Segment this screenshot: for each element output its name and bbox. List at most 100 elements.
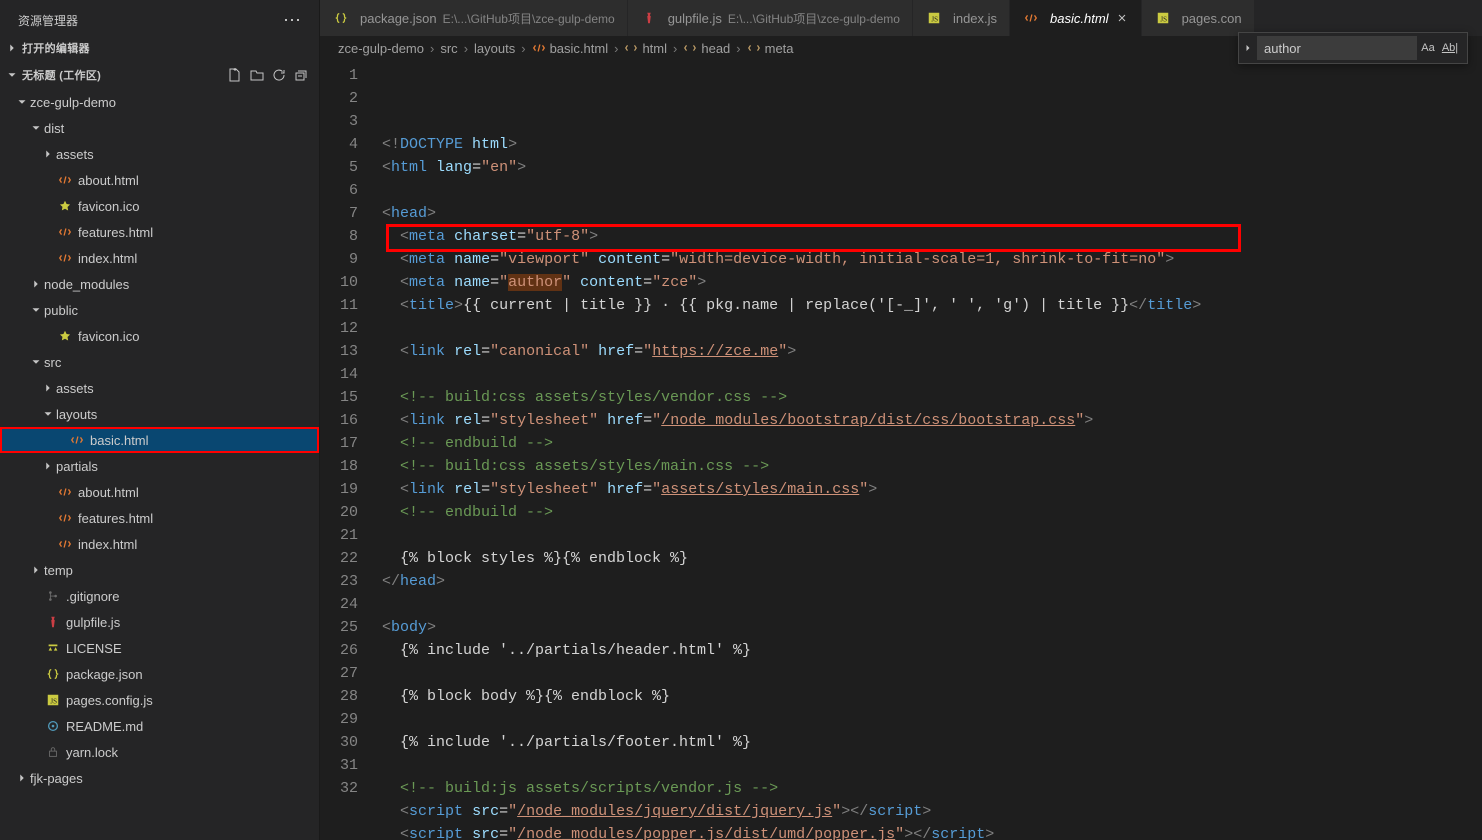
tree-folder[interactable]: public <box>0 297 319 323</box>
code-line[interactable] <box>382 179 1482 202</box>
code-line[interactable]: <html lang="en"> <box>382 156 1482 179</box>
code-line[interactable]: {% include '../partials/header.html' %} <box>382 639 1482 662</box>
tree-file[interactable]: LICENSE <box>0 635 319 661</box>
open-editors-label: 打开的编辑器 <box>22 40 90 56</box>
breadcrumb-item[interactable]: basic.html <box>532 41 609 56</box>
tree-file[interactable]: .gitignore <box>0 583 319 609</box>
tree-file[interactable]: yarn.lock <box>0 739 319 765</box>
breadcrumb-item[interactable]: meta <box>747 41 794 56</box>
code-line[interactable]: <!DOCTYPE html> <box>382 133 1482 156</box>
code-line[interactable]: <!-- build:js assets/scripts/vendor.js -… <box>382 777 1482 800</box>
code-line[interactable]: <body> <box>382 616 1482 639</box>
editor-tab[interactable]: gulpfile.jsE:\...\GitHub项目\zce-gulp-demo <box>628 0 913 36</box>
code-line[interactable] <box>382 524 1482 547</box>
tree-file[interactable]: about.html <box>0 479 319 505</box>
code-line[interactable]: {% block body %}{% endblock %} <box>382 685 1482 708</box>
tree-file[interactable]: gulpfile.js <box>0 609 319 635</box>
code-line[interactable]: <meta name="viewport" content="width=dev… <box>382 248 1482 271</box>
code-line[interactable] <box>382 593 1482 616</box>
chevron-down-icon <box>4 67 20 83</box>
breadcrumb-item[interactable]: layouts <box>474 41 515 56</box>
tree-file[interactable]: JSpages.config.js <box>0 687 319 713</box>
code-editor[interactable]: 1234567891011121314151617181920212223242… <box>320 60 1482 840</box>
open-editors-section[interactable]: 打开的编辑器 <box>0 35 319 61</box>
editor-tab[interactable]: JSindex.js <box>913 0 1010 36</box>
tree-item-label: temp <box>44 563 73 578</box>
code-content[interactable]: <!DOCTYPE html><html lang="en"> <head> <m… <box>372 60 1482 840</box>
chevron-right-icon <box>40 381 56 395</box>
tree-folder[interactable]: assets <box>0 141 319 167</box>
tree-file[interactable]: index.html <box>0 531 319 557</box>
code-line[interactable]: {% include '../partials/footer.html' %} <box>382 731 1482 754</box>
match-case-toggle[interactable]: Aa <box>1417 37 1439 59</box>
code-line[interactable]: <link rel="stylesheet" href="/node_modul… <box>382 409 1482 432</box>
code-line[interactable]: <title>{{ current | title }} · {{ pkg.na… <box>382 294 1482 317</box>
breadcrumb-item[interactable]: html <box>624 41 667 56</box>
json-icon <box>44 667 62 681</box>
line-number: 19 <box>320 478 358 501</box>
tree-folder[interactable]: zce-gulp-demo <box>0 89 319 115</box>
html-icon <box>56 511 74 525</box>
refresh-icon[interactable] <box>269 65 289 85</box>
tree-file[interactable]: README.md <box>0 713 319 739</box>
breadcrumb-item[interactable]: src <box>440 41 457 56</box>
code-line[interactable] <box>382 708 1482 731</box>
code-line[interactable]: <link rel="stylesheet" href="assets/styl… <box>382 478 1482 501</box>
code-line[interactable]: </head> <box>382 570 1482 593</box>
tab-label: gulpfile.js <box>668 11 722 26</box>
tree-file[interactable]: favicon.ico <box>0 193 319 219</box>
new-folder-icon[interactable] <box>247 65 267 85</box>
tree-file[interactable]: package.json <box>0 661 319 687</box>
more-button[interactable]: ⋯ <box>279 10 305 31</box>
code-line[interactable] <box>382 662 1482 685</box>
line-number: 30 <box>320 731 358 754</box>
tree-folder[interactable]: src <box>0 349 319 375</box>
code-line[interactable] <box>382 363 1482 386</box>
whole-word-toggle[interactable]: Ab| <box>1439 37 1461 59</box>
tree-item-label: src <box>44 355 61 370</box>
tree-file[interactable]: basic.html <box>0 427 319 453</box>
editor-tab[interactable]: JSpages.con <box>1142 0 1255 36</box>
tree-folder[interactable]: dist <box>0 115 319 141</box>
find-input[interactable] <box>1257 36 1417 60</box>
line-number: 1 <box>320 64 358 87</box>
tree-file[interactable]: features.html <box>0 219 319 245</box>
code-line[interactable]: <script src="/node_modules/popper.js/dis… <box>382 823 1482 840</box>
tree-folder[interactable]: fjk-pages <box>0 765 319 791</box>
code-line[interactable]: <head> <box>382 202 1482 225</box>
tree-folder[interactable]: temp <box>0 557 319 583</box>
code-line[interactable]: {% block styles %}{% endblock %} <box>382 547 1482 570</box>
tree-folder[interactable]: partials <box>0 453 319 479</box>
chevron-right-icon[interactable] <box>1239 33 1257 63</box>
code-line[interactable]: <meta name="author" content="zce"> <box>382 271 1482 294</box>
code-line[interactable]: <!-- build:css assets/styles/vendor.css … <box>382 386 1482 409</box>
svg-text:JS: JS <box>1160 16 1167 24</box>
tree-file[interactable]: favicon.ico <box>0 323 319 349</box>
tree-item-label: features.html <box>78 511 153 526</box>
code-line[interactable]: <link rel="canonical" href="https://zce.… <box>382 340 1482 363</box>
code-line[interactable]: <!-- endbuild --> <box>382 432 1482 455</box>
code-line[interactable] <box>382 754 1482 777</box>
workspace-section[interactable]: 无标题 (工作区) <box>0 61 319 89</box>
code-line[interactable]: <script src="/node_modules/jquery/dist/j… <box>382 800 1482 823</box>
tree-folder[interactable]: assets <box>0 375 319 401</box>
code-line[interactable]: <!-- endbuild --> <box>382 501 1482 524</box>
tree-folder[interactable]: layouts <box>0 401 319 427</box>
tree-folder[interactable]: node_modules <box>0 271 319 297</box>
editor-tab[interactable]: package.jsonE:\...\GitHub项目\zce-gulp-dem… <box>320 0 628 36</box>
code-line[interactable]: <meta charset="utf-8"> <box>382 225 1482 248</box>
new-file-icon[interactable] <box>225 65 245 85</box>
workspace-label: 无标题 (工作区) <box>22 67 101 83</box>
code-line[interactable] <box>382 317 1482 340</box>
breadcrumb-item[interactable]: zce-gulp-demo <box>338 41 424 56</box>
close-icon[interactable] <box>1115 11 1129 25</box>
breadcrumb-item[interactable]: head <box>683 41 730 56</box>
collapse-all-icon[interactable] <box>291 65 311 85</box>
tree-item-label: assets <box>56 147 94 162</box>
code-line[interactable]: <!-- build:css assets/styles/main.css --… <box>382 455 1482 478</box>
tree-file[interactable]: index.html <box>0 245 319 271</box>
editor-tab[interactable]: basic.html <box>1010 0 1142 36</box>
tree-file[interactable]: about.html <box>0 167 319 193</box>
tree-item-label: fjk-pages <box>30 771 83 786</box>
tree-file[interactable]: features.html <box>0 505 319 531</box>
